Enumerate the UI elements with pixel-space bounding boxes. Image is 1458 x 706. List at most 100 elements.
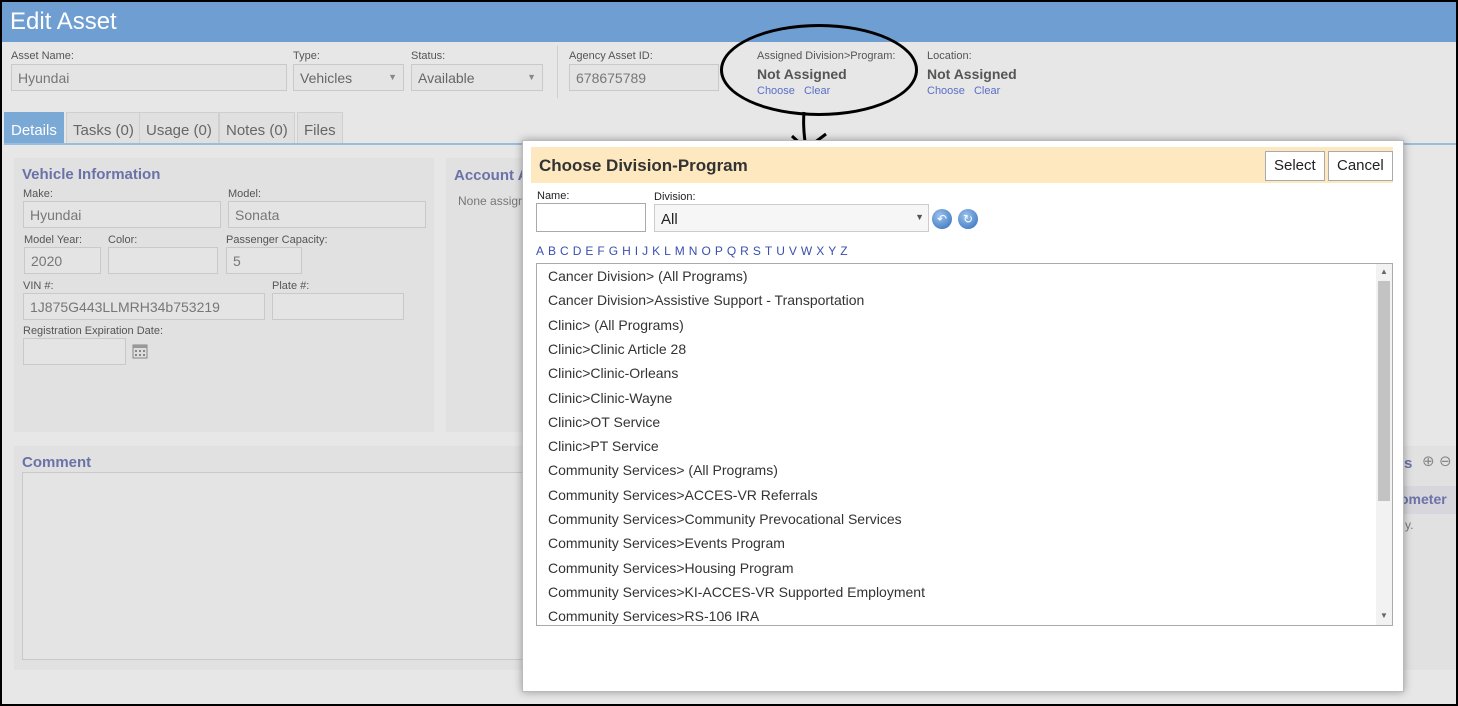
odometer-col-header: ometer — [1400, 486, 1456, 514]
list-item[interactable]: Community Services>Housing Program — [548, 560, 793, 576]
alphabet-letter-u[interactable]: U — [776, 244, 785, 258]
alphabet-letter-h[interactable]: H — [622, 244, 631, 258]
remove-circle-icon[interactable]: ⊖ — [1439, 452, 1452, 470]
color-label: Color: — [108, 234, 138, 246]
status-label: Status: — [411, 50, 446, 62]
back-icon[interactable]: ↶ — [932, 209, 952, 229]
cancel-button[interactable]: Cancel — [1328, 151, 1393, 181]
choose-division-dialog: Choose Division-Program Select Cancel Na… — [522, 140, 1404, 692]
list-item[interactable]: Community Services> (All Programs) — [548, 462, 778, 478]
tab-details[interactable]: Details — [4, 112, 64, 144]
status-select-value: Available — [418, 70, 475, 86]
dialog-division-select[interactable]: All ▼ — [654, 204, 929, 232]
alphabet-letter-v[interactable]: V — [789, 244, 797, 258]
alphabet-letter-e[interactable]: E — [585, 244, 593, 258]
add-circle-icon[interactable]: ⊕ — [1422, 452, 1435, 470]
alphabet-letter-p[interactable]: P — [715, 244, 723, 258]
asset-name-field[interactable]: Hyundai — [11, 64, 287, 91]
passenger-capacity-field[interactable]: 5 — [226, 247, 302, 274]
alphabet-letter-t[interactable]: T — [765, 244, 772, 258]
page-title: Edit Asset — [10, 8, 117, 35]
title-bar: Edit Asset — [2, 2, 1456, 42]
division-program-list[interactable]: Cancer Division> (All Programs) Cancer Di… — [536, 263, 1393, 626]
odometer-panel — [1404, 446, 1456, 670]
refresh-icon[interactable]: ↻ — [958, 209, 978, 229]
odometer-col-label: ometer — [1400, 491, 1447, 507]
registration-date-field[interactable] — [23, 338, 126, 365]
chevron-down-icon: ▼ — [388, 72, 397, 82]
list-item[interactable]: Community Services>ACCES-VR Referrals — [548, 487, 818, 503]
list-item[interactable]: Community Services>KI-ACCES-VR Supported… — [548, 584, 925, 600]
model-field[interactable]: Sonata — [228, 201, 426, 228]
alphabet-letter-j[interactable]: J — [642, 244, 648, 258]
tab-notes[interactable]: Notes (0) — [219, 112, 295, 144]
chevron-down-icon: ▼ — [915, 212, 924, 222]
color-field[interactable] — [108, 247, 218, 274]
alphabet-letter-w[interactable]: W — [801, 244, 812, 258]
dialog-name-input[interactable] — [536, 203, 646, 232]
alphabet-letter-k[interactable]: K — [652, 244, 660, 258]
type-select[interactable]: Vehicles ▼ — [293, 64, 404, 91]
alphabet-letter-a[interactable]: A — [536, 244, 544, 258]
alphabet-letter-m[interactable]: M — [675, 244, 685, 258]
list-item[interactable]: Cancer Division>Assistive Support - Tran… — [548, 292, 864, 308]
scroll-down-icon[interactable]: ▼ — [1380, 611, 1388, 620]
dialog-header: Choose Division-Program Select Cancel — [531, 147, 1393, 183]
dialog-name-label: Name: — [537, 190, 570, 202]
alphabet-letter-c[interactable]: C — [560, 244, 569, 258]
alphabet-letter-f[interactable]: F — [597, 244, 604, 258]
plate-label: Plate #: — [272, 280, 310, 292]
registration-date-label: Registration Expiration Date: — [23, 325, 164, 337]
account-none-text: None assign — [458, 194, 525, 208]
passenger-capacity-label: Passenger Capacity: — [226, 234, 328, 246]
list-item[interactable]: Clinic>OT Service — [548, 414, 660, 430]
make-label: Make: — [23, 188, 53, 200]
plate-field[interactable] — [272, 293, 404, 320]
tab-tasks[interactable]: Tasks (0) — [66, 112, 141, 144]
vehicle-section-title: Vehicle Information — [22, 166, 161, 183]
alphabet-letter-o[interactable]: O — [701, 244, 710, 258]
alphabet-letter-d[interactable]: D — [573, 244, 582, 258]
type-label: Type: — [293, 50, 320, 62]
tab-usage[interactable]: Usage (0) — [139, 112, 219, 144]
status-select[interactable]: Available ▼ — [411, 64, 543, 91]
list-item[interactable]: Clinic>Clinic-Wayne — [548, 390, 672, 406]
list-item[interactable]: Clinic>PT Service — [548, 438, 659, 454]
select-button[interactable]: Select — [1265, 151, 1325, 181]
comment-textarea[interactable] — [22, 472, 534, 660]
alphabet-letter-q[interactable]: Q — [727, 244, 736, 258]
make-field[interactable]: Hyundai — [23, 201, 221, 228]
list-item[interactable]: Clinic> (All Programs) — [548, 317, 684, 333]
alphabet-letter-i[interactable]: I — [635, 244, 638, 258]
alphabet-letter-x[interactable]: X — [816, 244, 824, 258]
list-item[interactable]: Cancer Division> (All Programs) — [548, 268, 748, 284]
vin-field[interactable]: 1J875G443LLMRH34b753219 — [23, 293, 265, 320]
dialog-division-label: Division: — [654, 191, 696, 203]
alphabet-letter-l[interactable]: L — [664, 244, 671, 258]
location-choose-link[interactable]: Choose — [927, 85, 965, 97]
alphabet-letter-n[interactable]: N — [689, 244, 698, 258]
scroll-up-icon[interactable]: ▲ — [1380, 267, 1388, 276]
alphabet-letter-g[interactable]: G — [609, 244, 618, 258]
list-item[interactable]: Community Services>RS-106 IRA — [548, 608, 759, 624]
scroll-thumb[interactable] — [1378, 281, 1390, 501]
odometer-title-fragment: s — [1404, 455, 1413, 472]
alphabet-letter-s[interactable]: S — [753, 244, 761, 258]
agency-id-field[interactable]: 678675789 — [569, 64, 719, 91]
tab-files[interactable]: Files — [297, 112, 343, 144]
alphabet-letter-y[interactable]: Y — [828, 244, 836, 258]
header-divider — [557, 46, 558, 98]
alphabet-filter: ABCDEFGHIJKLMNOPQRSTUVWXYZ — [536, 244, 852, 258]
alphabet-letter-z[interactable]: Z — [840, 244, 847, 258]
location-clear-link[interactable]: Clear — [974, 85, 1000, 97]
calendar-icon[interactable] — [132, 343, 148, 359]
list-scrollbar[interactable]: ▲ ▼ — [1376, 264, 1392, 625]
alphabet-letter-r[interactable]: R — [740, 244, 749, 258]
list-item[interactable]: Community Services>Events Program — [548, 535, 785, 551]
app-window: Edit Asset Asset Name: Hyundai Type: Veh… — [0, 0, 1458, 706]
alphabet-letter-b[interactable]: B — [548, 244, 556, 258]
model-year-field[interactable]: 2020 — [24, 247, 101, 274]
list-item[interactable]: Clinic>Clinic Article 28 — [548, 341, 686, 357]
list-item[interactable]: Community Services>Community Prevocation… — [548, 511, 902, 527]
list-item[interactable]: Clinic>Clinic-Orleans — [548, 365, 678, 381]
